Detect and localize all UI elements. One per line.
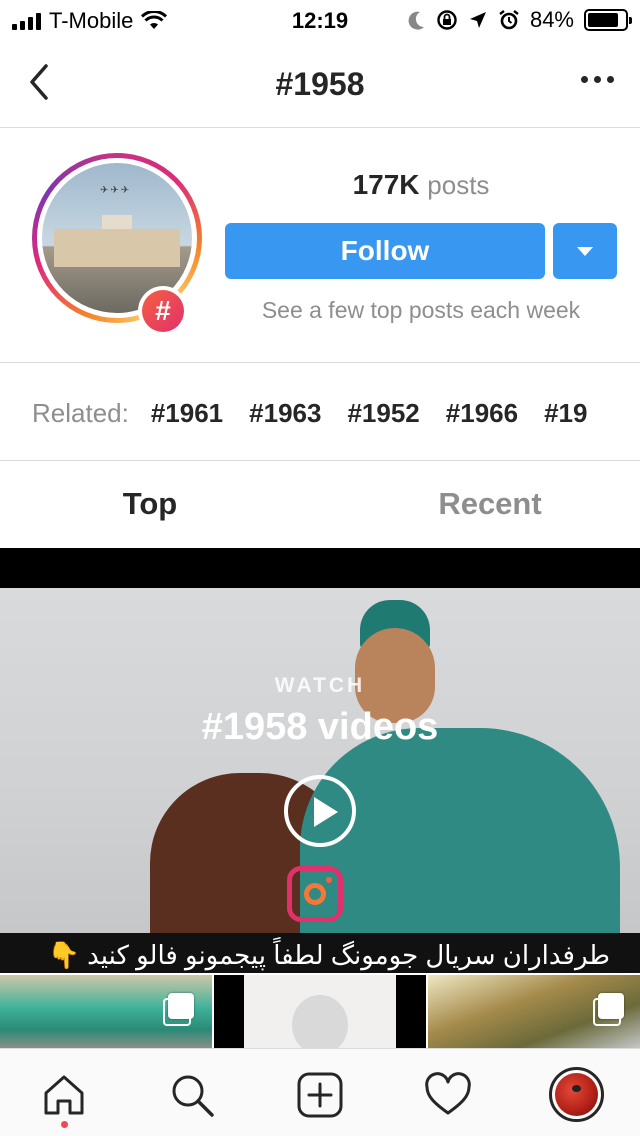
featured-video[interactable]: طرفداران سریال جومونگ لطفاً پیجمونو فالو… bbox=[0, 548, 640, 973]
status-right: 84% bbox=[408, 7, 632, 33]
battery-percent: 84% bbox=[529, 7, 574, 32]
bottom-nav bbox=[0, 1048, 640, 1136]
related-tag[interactable]: #1963 bbox=[249, 398, 321, 429]
igtv-logo-icon bbox=[287, 866, 343, 922]
video-title: #1958 videos bbox=[201, 706, 439, 748]
battery-level bbox=[588, 13, 619, 27]
status-bar: T-Mobile 12:19 84% bbox=[0, 0, 640, 40]
post-grid bbox=[0, 973, 640, 1048]
video-subtitle: طرفداران سریال جومونگ لطفاً پیجمونو فالو… bbox=[47, 940, 610, 970]
feed-tabs: Top Recent bbox=[0, 462, 640, 548]
page-title: #1958 bbox=[275, 66, 365, 102]
multiple-photos-icon bbox=[593, 993, 624, 1026]
search-icon[interactable] bbox=[168, 1071, 216, 1119]
related-tag[interactable]: #1961 bbox=[151, 398, 223, 429]
tab-recent[interactable]: Recent bbox=[330, 486, 640, 522]
post-count: 177K posts bbox=[225, 169, 617, 201]
related-tag[interactable]: #1966 bbox=[446, 398, 518, 429]
hashtag-header: ✈✈✈ # 177K posts Follow See a few top po… bbox=[0, 129, 640, 363]
location-arrow-icon bbox=[469, 12, 486, 28]
related-tag[interactable]: #1952 bbox=[347, 398, 419, 429]
moon-icon bbox=[408, 11, 424, 30]
related-label: Related: bbox=[32, 398, 129, 428]
rotation-lock-icon bbox=[437, 10, 457, 30]
activity-heart-icon[interactable] bbox=[424, 1071, 472, 1119]
caret-down-icon bbox=[577, 247, 593, 256]
more-horizontal-icon[interactable] bbox=[581, 76, 614, 83]
home-icon[interactable] bbox=[40, 1071, 88, 1119]
multiple-photos-icon bbox=[163, 993, 194, 1026]
alarm-icon bbox=[499, 10, 519, 30]
follow-button[interactable]: Follow bbox=[225, 223, 545, 279]
post-thumbnail[interactable] bbox=[428, 975, 640, 1048]
watch-label: WATCH bbox=[274, 674, 366, 697]
hashtag-badge-icon: # bbox=[138, 286, 188, 336]
post-thumbnail[interactable] bbox=[0, 975, 212, 1048]
add-post-icon[interactable] bbox=[296, 1071, 344, 1119]
battery-icon bbox=[584, 9, 632, 31]
related-hashtags: Related: #1961 #1963 #1952 #1966 #19 bbox=[0, 364, 640, 461]
post-count-label: posts bbox=[427, 170, 490, 200]
follow-options-button[interactable] bbox=[553, 223, 617, 279]
related-tag[interactable]: #19 bbox=[544, 398, 587, 429]
nav-bar: #1958 bbox=[0, 40, 640, 128]
profile-avatar[interactable] bbox=[549, 1067, 604, 1122]
play-icon[interactable] bbox=[284, 775, 356, 847]
follow-hint: See a few top posts each week bbox=[261, 297, 581, 323]
notification-dot bbox=[61, 1121, 68, 1128]
post-thumbnail[interactable] bbox=[214, 975, 426, 1048]
tab-top[interactable]: Top bbox=[0, 486, 310, 522]
post-count-number: 177K bbox=[352, 169, 420, 200]
